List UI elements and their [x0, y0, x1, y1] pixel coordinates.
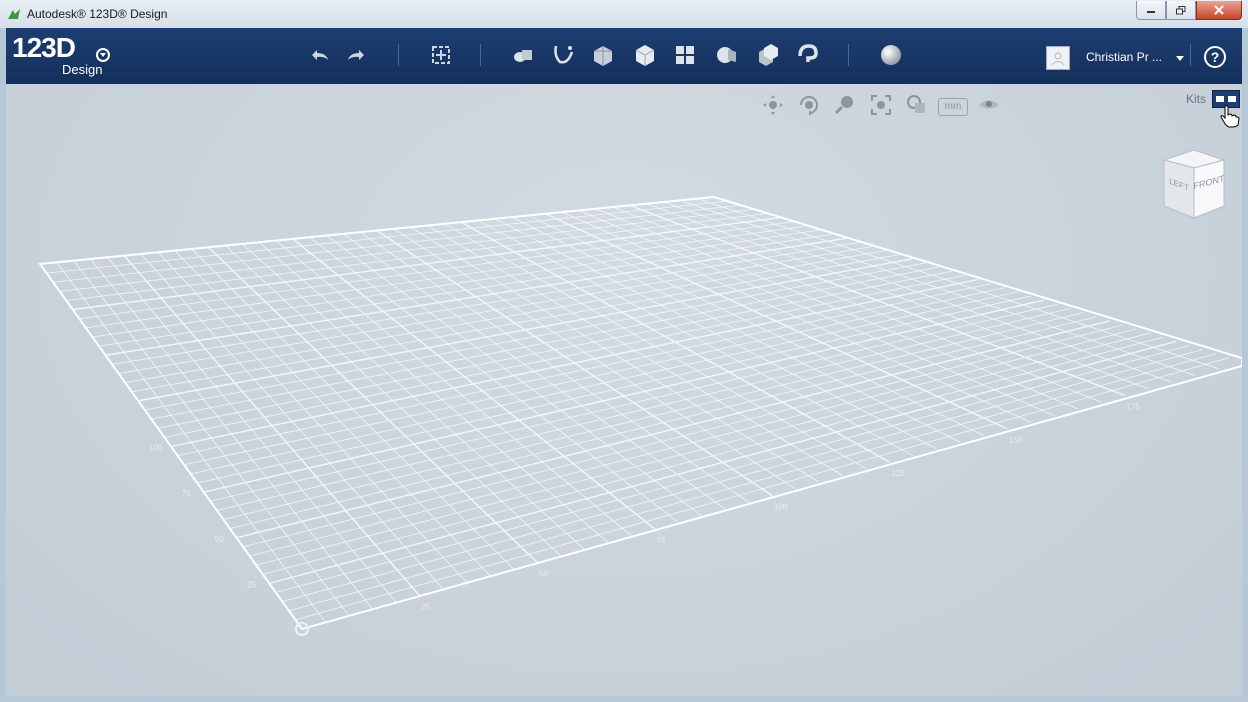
redo-button[interactable] — [342, 40, 372, 70]
modify-button[interactable] — [630, 40, 660, 70]
transform-button[interactable] — [426, 40, 456, 70]
pattern-button[interactable] — [670, 40, 700, 70]
grid-label-y: 100 — [149, 444, 163, 453]
units-label: mm — [938, 98, 968, 116]
toolbar-separator — [398, 44, 399, 66]
grid-label-x: 100 — [774, 503, 788, 512]
grid-label-x: 175 — [1127, 402, 1141, 411]
grid-label-x: 125 — [892, 469, 906, 478]
app-icon — [8, 9, 20, 19]
orbit-icon — [800, 96, 818, 116]
zoom-icon — [834, 96, 853, 115]
modify-icon — [635, 45, 655, 66]
grouping-button[interactable] — [712, 40, 742, 70]
toolbar-separator — [1190, 44, 1191, 66]
logo-main: 123D — [12, 32, 76, 63]
main-toolbar: 123D Design Christian Pr ... ? — [6, 28, 1242, 84]
help-button[interactable]: ? — [1204, 46, 1226, 68]
grid-label-x: 75 — [657, 536, 666, 545]
close-button[interactable] — [1196, 1, 1242, 20]
grid-label-x: 50 — [539, 569, 548, 578]
grid-label-x: 150 — [1009, 436, 1023, 445]
grid-label-y: 75 — [182, 489, 191, 498]
pattern-icon — [676, 46, 694, 64]
measure-button[interactable] — [792, 40, 822, 70]
construct-icon — [594, 46, 612, 66]
pan-icon — [763, 95, 783, 115]
grid-line — [262, 336, 1163, 575]
window-titlebar: Autodesk® 123D® Design — [0, 0, 1248, 29]
window-frame-bottom — [0, 696, 1248, 702]
user-avatar[interactable] — [1046, 46, 1070, 70]
window-frame-right — [1242, 28, 1248, 696]
close-icon — [1214, 5, 1224, 15]
app-logo[interactable]: 123D Design — [12, 32, 110, 77]
construct-button[interactable] — [588, 40, 618, 70]
view-mode-button[interactable] — [902, 92, 932, 118]
minimize-button[interactable] — [1136, 1, 1166, 20]
grouping-icon — [717, 47, 736, 63]
units-button[interactable]: mm — [938, 92, 968, 118]
avatar-icon — [1051, 52, 1065, 66]
view-mode-icon — [907, 95, 925, 113]
eye-icon — [979, 100, 999, 109]
window-title: Autodesk® 123D® Design — [27, 7, 168, 21]
restore-icon — [1176, 5, 1186, 14]
grid-label-y: 25 — [247, 580, 256, 589]
redo-icon — [348, 50, 364, 60]
maximize-button[interactable] — [1166, 1, 1196, 20]
navigation-toolbar: mm — [758, 92, 1004, 118]
combine-icon — [759, 44, 778, 66]
undo-button[interactable] — [304, 40, 334, 70]
user-name[interactable]: Christian Pr ... — [1086, 50, 1162, 64]
app-menu-dropdown-icon[interactable] — [96, 48, 110, 62]
zoom-button[interactable] — [830, 92, 860, 118]
view-cube[interactable]: LEFT FRONT — [1154, 146, 1230, 222]
primitives-button[interactable] — [508, 40, 538, 70]
material-button[interactable] — [876, 40, 906, 70]
undo-icon — [312, 50, 328, 60]
fit-button[interactable] — [866, 92, 896, 118]
hand-cursor-icon — [1220, 105, 1240, 128]
combine-button[interactable] — [752, 40, 782, 70]
toolbar-separator — [848, 44, 849, 66]
pan-button[interactable] — [758, 92, 788, 118]
grid-label-x: 25 — [422, 603, 431, 612]
fit-icon — [871, 95, 891, 115]
kits-label: Kits — [1186, 92, 1207, 106]
sketch-icon — [554, 45, 574, 64]
visibility-button[interactable] — [974, 92, 1004, 118]
grid-line — [269, 340, 1177, 585]
minimize-icon — [1147, 11, 1155, 13]
material-sphere-icon — [881, 45, 901, 65]
sketch-button[interactable] — [548, 40, 578, 70]
user-dropdown-icon[interactable] — [1176, 56, 1184, 61]
orbit-button[interactable] — [794, 92, 824, 118]
grid-line — [282, 349, 1203, 603]
magnet-icon — [798, 44, 818, 62]
grid-label-y: 50 — [215, 535, 224, 544]
transform-icon — [432, 46, 450, 64]
grid-baseplate[interactable]: 25 50 75 100 125 150 175 25 50 75 100 — [6, 84, 1242, 696]
toolbar-separator — [480, 44, 481, 66]
logo-sub: Design — [62, 62, 103, 77]
3d-viewport[interactable]: 25 50 75 100 125 150 175 25 50 75 100 mm Kits — [6, 84, 1242, 696]
primitives-icon — [514, 50, 532, 62]
